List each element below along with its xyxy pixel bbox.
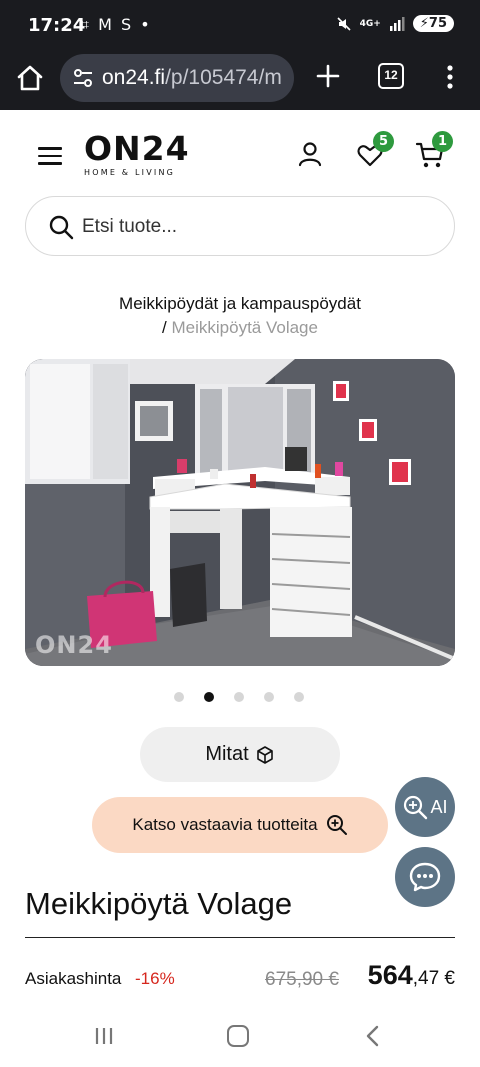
current-price: 564,47 €: [368, 960, 455, 991]
url-text: on24.fi/p/105474/m: [102, 66, 282, 90]
status-right: 4G+ ⚡75: [336, 15, 454, 32]
url-bar[interactable]: on24.fi/p/105474/m: [60, 54, 294, 102]
old-price: 675,90 €: [265, 969, 339, 990]
carousel-dots: [174, 692, 304, 702]
dimensions-button[interactable]: Mitat: [140, 727, 340, 782]
chat-button[interactable]: [395, 847, 455, 907]
logo-tagline: HOME & LIVING: [84, 168, 176, 177]
ai-search-icon: [404, 795, 428, 820]
breadcrumb-separator: /: [162, 318, 167, 337]
favorites-count-badge: 5: [373, 131, 394, 152]
title-divider: [25, 937, 455, 938]
carousel-dot[interactable]: [294, 692, 304, 702]
carousel-dot-active[interactable]: [204, 692, 214, 702]
product-image[interactable]: ON24: [25, 359, 455, 666]
battery-level: 75: [428, 16, 447, 31]
account-icon[interactable]: [296, 140, 324, 168]
product-title: Meikkipöytä Volage: [25, 886, 293, 921]
breadcrumb-current: Meikkipöytä Volage: [171, 318, 318, 337]
zoom-in-icon: [326, 815, 347, 835]
ai-assistant-button[interactable]: AI: [395, 777, 455, 837]
search-bar[interactable]: [25, 196, 455, 256]
ai-label: AI: [430, 796, 448, 817]
status-time: 17:24: [28, 15, 86, 36]
back-icon[interactable]: [362, 1024, 384, 1048]
breadcrumb-parent-link[interactable]: Meikkipöydät ja kampauspöydät: [119, 294, 361, 313]
home-icon[interactable]: [14, 62, 46, 94]
tab-switcher-button[interactable]: 12: [378, 63, 404, 89]
price-label: Asiakashinta: [25, 969, 122, 988]
site-header: ON24 HOME & LIVING 5 1: [0, 110, 480, 198]
carousel-dot[interactable]: [174, 692, 184, 702]
signal-icon: [389, 16, 405, 31]
carousel-dot[interactable]: [234, 692, 244, 702]
image-watermark: ON24: [35, 631, 113, 659]
system-navigation-bar: [0, 1005, 480, 1067]
discount-badge: -16%: [135, 969, 175, 988]
product-photo: [25, 359, 455, 666]
similar-products-label: Katso vastaavia tuotteita: [132, 815, 318, 834]
new-tab-icon[interactable]: [312, 60, 344, 92]
url-host: on24.fi: [102, 66, 166, 89]
chat-icon: [409, 862, 441, 892]
status-bar: 17:24 ⌗ M S • 4G+ ⚡75: [0, 0, 480, 52]
cart-count-badge: 1: [432, 131, 453, 152]
dimensions-label: Mitat: [205, 743, 249, 765]
breadcrumb: Meikkipöydät ja kampauspöydät / Meikkipö…: [0, 292, 480, 340]
hamburger-menu-icon[interactable]: [38, 147, 62, 165]
mute-icon: [336, 16, 351, 31]
similar-products-button[interactable]: Katso vastaavia tuotteita: [92, 797, 388, 853]
url-path: /p/105474/m: [165, 66, 282, 89]
price-row: Asiakashinta -16% 675,90 € 564,47 €: [25, 960, 455, 1000]
site-settings-icon[interactable]: [72, 67, 94, 89]
search-icon: [49, 215, 74, 240]
notification-icons: ⌗ M S •: [80, 15, 152, 34]
browser-menu-icon[interactable]: [440, 62, 460, 92]
carousel-dot[interactable]: [264, 692, 274, 702]
browser-toolbar: on24.fi/p/105474/m 12: [0, 52, 480, 110]
home-nav-icon[interactable]: [227, 1025, 249, 1047]
current-price-integer: 564: [367, 960, 413, 990]
search-input[interactable]: [82, 207, 432, 247]
logo-wordmark: ON24: [84, 129, 190, 168]
battery-indicator: ⚡75: [412, 15, 454, 32]
site-logo[interactable]: ON24 HOME & LIVING: [84, 129, 190, 178]
current-price-decimals: ,47 €: [412, 968, 455, 989]
recent-apps-icon[interactable]: [93, 1025, 115, 1047]
network-label: 4G+: [359, 18, 381, 29]
box-icon: [256, 745, 273, 764]
